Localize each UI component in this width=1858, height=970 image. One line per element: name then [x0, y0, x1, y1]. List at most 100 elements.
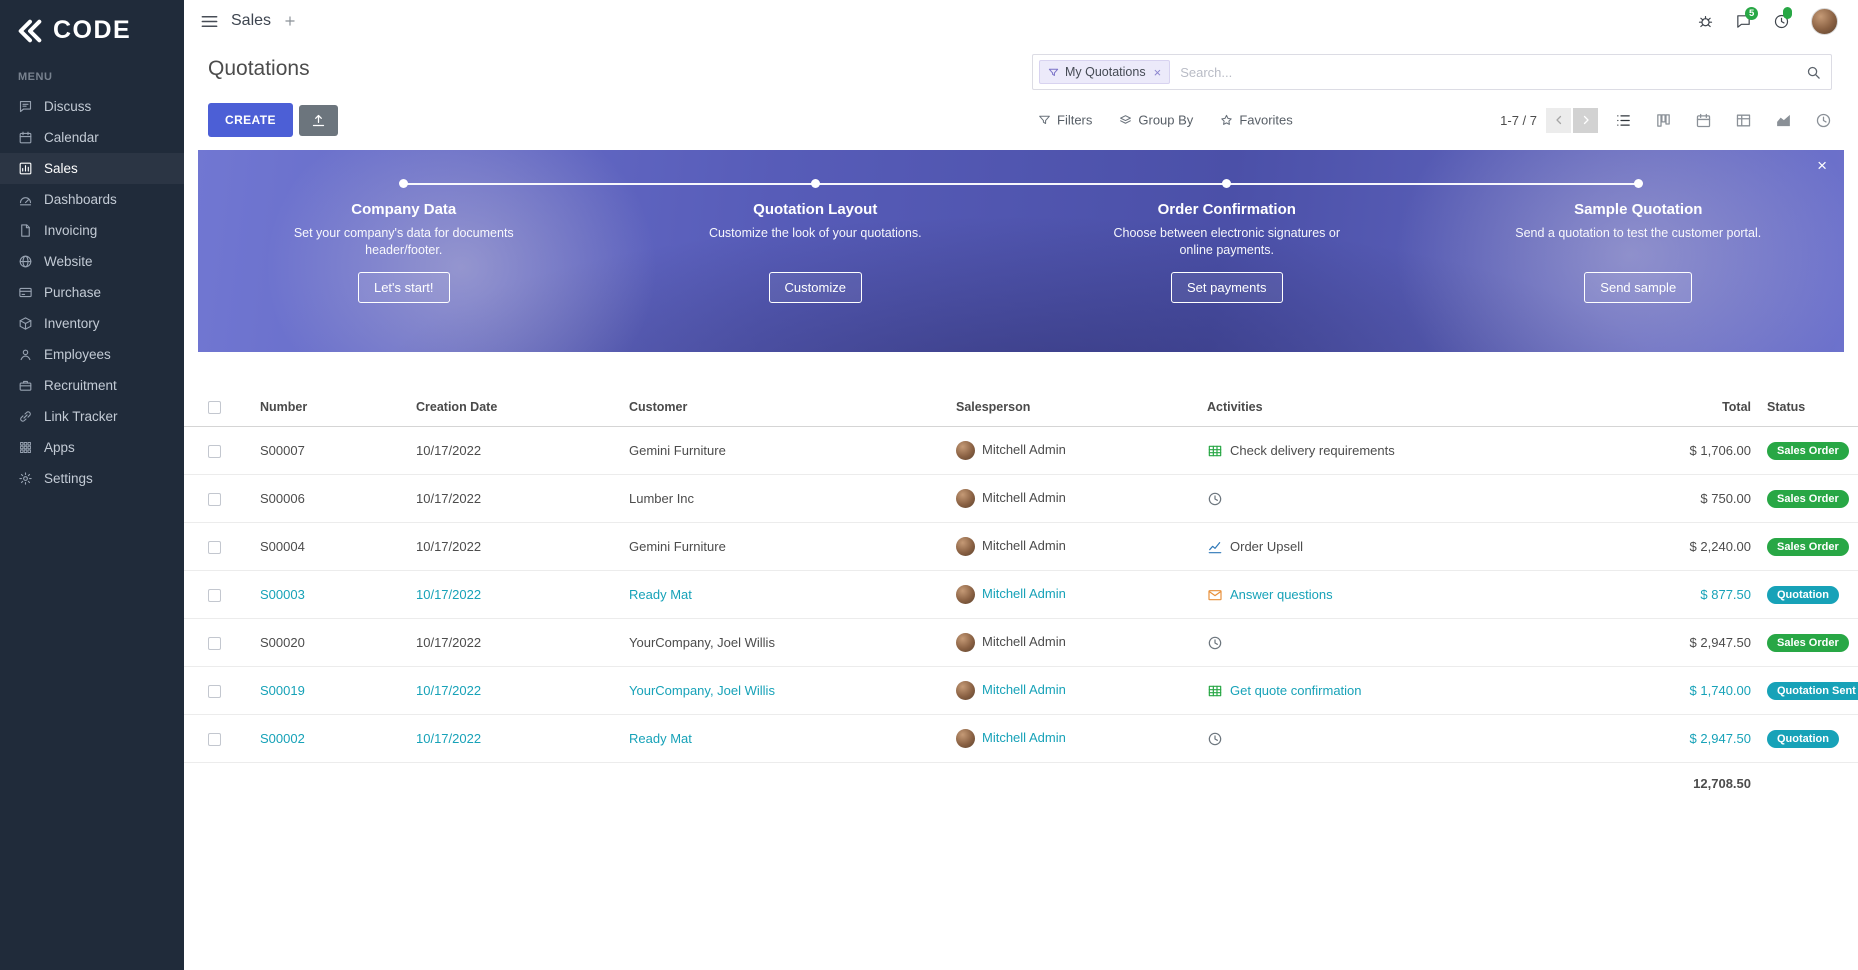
facet-remove-icon[interactable]: × [1154, 66, 1162, 79]
sidebar-item-dashboards[interactable]: Dashboards [0, 184, 184, 215]
table-row[interactable]: S00006 10/17/2022 Lumber Inc Mitchell Ad… [184, 475, 1858, 523]
sidebar-item-website[interactable]: Website [0, 246, 184, 277]
cell-activities[interactable] [1199, 475, 1599, 523]
column-header-salesperson[interactable]: Salesperson [948, 388, 1199, 427]
sidebar-item-invoicing[interactable]: Invoicing [0, 215, 184, 246]
select-all-checkbox[interactable] [208, 401, 221, 414]
column-header-customer[interactable]: Customer [621, 388, 948, 427]
app-logo[interactable]: CODE [0, 0, 184, 57]
view-calendar-button[interactable] [1695, 112, 1712, 129]
sidebar-item-sales[interactable]: Sales [0, 153, 184, 184]
messages-icon[interactable]: 5 [1735, 13, 1752, 30]
status-badge: Quotation Sent [1767, 682, 1858, 700]
sidebar-item-discuss[interactable]: Discuss [0, 91, 184, 122]
column-header-number[interactable]: Number [252, 388, 408, 427]
table-footer-row: 12,708.50 [184, 763, 1858, 805]
filters-button[interactable]: Filters [1038, 113, 1092, 128]
table-row[interactable]: S00020 10/17/2022 YourCompany, Joel Will… [184, 619, 1858, 667]
filter-icon [1038, 114, 1051, 127]
hamburger-menu-icon[interactable] [200, 12, 219, 31]
salesperson-avatar [956, 729, 975, 748]
step-action-button[interactable]: Send sample [1584, 272, 1692, 303]
pager-previous-button[interactable] [1546, 108, 1571, 133]
row-checkbox[interactable] [208, 445, 221, 458]
salesperson-avatar [956, 585, 975, 604]
cell-activities[interactable]: Check delivery requirements [1199, 427, 1599, 475]
cell-salesperson: Mitchell Admin [948, 523, 1199, 571]
table-row[interactable]: S00002 10/17/2022 Ready Mat Mitchell Adm… [184, 715, 1858, 763]
view-pivot-button[interactable] [1735, 112, 1752, 129]
sidebar-item-apps[interactable]: Apps [0, 432, 184, 463]
cell-number[interactable]: S00020 [252, 619, 408, 667]
search-placeholder: Search... [1180, 65, 1806, 80]
row-checkbox[interactable] [208, 685, 221, 698]
row-checkbox[interactable] [208, 637, 221, 650]
apps-icon [18, 440, 33, 455]
group-by-button[interactable]: Group By [1119, 113, 1193, 128]
cell-number[interactable]: S00003 [252, 571, 408, 619]
column-header-total[interactable]: Total [1599, 388, 1759, 427]
pager-next-button[interactable] [1573, 108, 1598, 133]
row-checkbox[interactable] [208, 733, 221, 746]
calendar-view-icon [1695, 112, 1712, 129]
step-action-button[interactable]: Set payments [1171, 272, 1283, 303]
cell-number[interactable]: S00019 [252, 667, 408, 715]
search-facet[interactable]: My Quotations × [1039, 60, 1170, 84]
row-checkbox[interactable] [208, 541, 221, 554]
status-badge: Sales Order [1767, 538, 1849, 556]
view-graph-button[interactable] [1775, 112, 1792, 129]
cell-activities[interactable]: Order Upsell [1199, 523, 1599, 571]
step-action-button[interactable]: Let's start! [358, 272, 450, 303]
sidebar: CODE MENU Discuss Calendar Sales Dashboa… [0, 0, 184, 970]
cell-total: $ 877.50 [1599, 571, 1759, 619]
search-icon[interactable] [1806, 65, 1821, 80]
layers-icon [1119, 114, 1132, 127]
table-row[interactable]: S00003 10/17/2022 Ready Mat Mitchell Adm… [184, 571, 1858, 619]
cell-number[interactable]: S00007 [252, 427, 408, 475]
sidebar-item-employees[interactable]: Employees [0, 339, 184, 370]
column-header-status[interactable]: Status [1759, 388, 1858, 427]
cell-activities[interactable] [1199, 715, 1599, 763]
cell-number[interactable]: S00002 [252, 715, 408, 763]
activities-clock-icon[interactable] [1773, 13, 1790, 30]
search-bar[interactable]: My Quotations × Search... [1032, 54, 1832, 90]
activity-cells-icon [1207, 683, 1223, 699]
cell-number[interactable]: S00006 [252, 475, 408, 523]
cell-activities[interactable]: Get quote confirmation [1199, 667, 1599, 715]
dashboards-icon [18, 192, 33, 207]
favorites-button[interactable]: Favorites [1220, 113, 1292, 128]
table-row[interactable]: S00007 10/17/2022 Gemini Furniture Mitch… [184, 427, 1858, 475]
debug-bug-icon[interactable] [1697, 13, 1714, 30]
table-row[interactable]: S00019 10/17/2022 YourCompany, Joel Will… [184, 667, 1858, 715]
row-checkbox[interactable] [208, 493, 221, 506]
cell-activities[interactable] [1199, 619, 1599, 667]
activities-count-badge [1783, 7, 1792, 19]
sidebar-item-purchase[interactable]: Purchase [0, 277, 184, 308]
star-icon [1220, 114, 1233, 127]
sidebar-item-calendar[interactable]: Calendar [0, 122, 184, 153]
add-tab-icon[interactable] [283, 14, 297, 28]
cell-status: Quotation [1759, 715, 1858, 763]
upload-button[interactable] [299, 105, 338, 136]
view-kanban-button[interactable] [1655, 112, 1672, 129]
onboarding-step: Sample Quotation Send a quotation to tes… [1433, 179, 1845, 303]
row-checkbox[interactable] [208, 589, 221, 602]
view-activity-button[interactable] [1815, 112, 1832, 129]
table-row[interactable]: S00004 10/17/2022 Gemini Furniture Mitch… [184, 523, 1858, 571]
cell-number[interactable]: S00004 [252, 523, 408, 571]
cell-status: Sales Order [1759, 619, 1858, 667]
sidebar-item-settings[interactable]: Settings [0, 463, 184, 494]
column-header-activities[interactable]: Activities [1199, 388, 1599, 427]
user-avatar[interactable] [1811, 8, 1838, 35]
current-app-name[interactable]: Sales [231, 12, 271, 30]
cell-salesperson: Mitchell Admin [948, 571, 1199, 619]
cell-activities[interactable]: Answer questions [1199, 571, 1599, 619]
create-button[interactable]: CREATE [208, 103, 293, 137]
calendar-icon [18, 130, 33, 145]
sidebar-item-link-tracker[interactable]: Link Tracker [0, 401, 184, 432]
sidebar-item-inventory[interactable]: Inventory [0, 308, 184, 339]
step-action-button[interactable]: Customize [769, 272, 862, 303]
view-list-button[interactable] [1615, 112, 1632, 129]
column-header-creation-date[interactable]: Creation Date [408, 388, 621, 427]
sidebar-item-recruitment[interactable]: Recruitment [0, 370, 184, 401]
